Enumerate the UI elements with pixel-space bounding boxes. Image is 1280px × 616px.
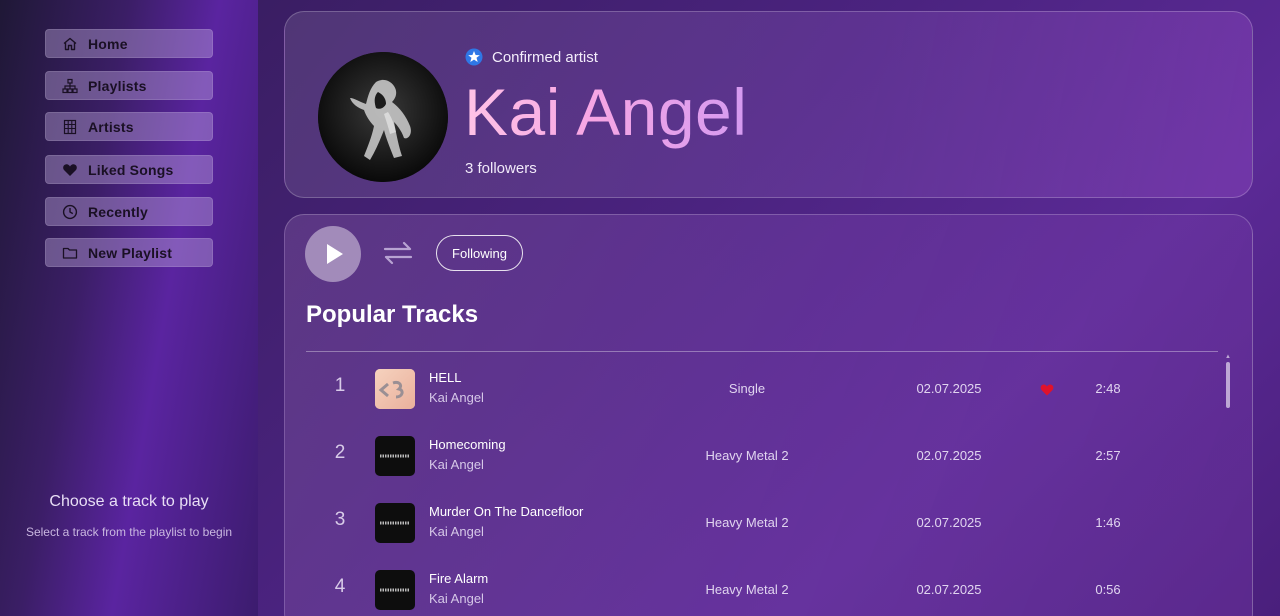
track-album[interactable]: Heavy Metal 2 (657, 515, 837, 530)
nav-home-button[interactable]: Home (45, 29, 213, 58)
nav-playlists-label: Playlists (88, 77, 147, 94)
track-number: 1 (334, 375, 346, 396)
now-playing-title: Choose a track to play (49, 493, 209, 510)
verified-star-icon (465, 48, 483, 66)
scroll-up-arrow[interactable]: ▲ (1225, 354, 1231, 360)
track-cover (375, 369, 415, 409)
nav-new-playlist-label: New Playlist (88, 244, 173, 261)
now-playing-placeholder: Choose a track to play Select a track fr… (20, 490, 238, 541)
artist-name: Kai Angel (464, 75, 748, 149)
track-number: 3 (334, 509, 346, 530)
followers-count: 3 followers (465, 160, 537, 177)
track-title: Homecoming (429, 437, 506, 452)
nav-liked-songs-label: Liked Songs (88, 161, 174, 178)
track-artist[interactable]: Kai Angel (429, 457, 484, 472)
track-duration: 0:56 (1095, 582, 1121, 597)
track-artist[interactable]: Kai Angel (429, 390, 484, 405)
verified-badge: Confirmed artist (465, 48, 598, 66)
artist-avatar (318, 52, 448, 182)
home-icon (63, 37, 77, 50)
track-album[interactable]: Heavy Metal 2 (657, 448, 837, 463)
nav-recently-label: Recently (88, 203, 148, 220)
nav-liked-songs-button[interactable]: Liked Songs (45, 155, 213, 184)
play-icon (327, 244, 343, 264)
track-duration: 2:57 (1095, 448, 1121, 463)
track-duration: 2:48 (1095, 381, 1121, 396)
nav-home-label: Home (88, 35, 128, 52)
artists-icon (63, 119, 77, 134)
track-cover (375, 570, 415, 610)
folder-icon (62, 247, 78, 259)
track-date: 02.07.2025 (916, 448, 982, 463)
track-artist[interactable]: Kai Angel (429, 524, 484, 539)
track-date: 02.07.2025 (916, 381, 982, 396)
tracks-panel: Following Popular Tracks 1 HELL Kai Ange… (284, 214, 1253, 616)
track-album[interactable]: Single (657, 381, 837, 396)
table-row[interactable]: 1 HELL Kai Angel Single 02.07.2025 2:48 (306, 361, 1218, 417)
play-button[interactable] (305, 226, 361, 282)
shuffle-icon[interactable] (380, 235, 416, 271)
following-button[interactable]: Following (436, 235, 523, 271)
nav-playlists-button[interactable]: Playlists (45, 71, 213, 100)
track-title: Fire Alarm (429, 571, 489, 586)
now-playing-subtitle: Select a track from the playlist to begi… (25, 525, 233, 539)
table-row[interactable]: 4 Fire Alarm Kai Angel Heavy Metal 2 02.… (306, 562, 1218, 616)
track-cover (375, 436, 415, 476)
nav-recently-button[interactable]: Recently (45, 197, 213, 226)
sidebar: Home Playlists Artists Liked Songs Recen… (0, 0, 258, 616)
nav-artists-label: Artists (88, 118, 134, 135)
track-title: Murder On The Dancefloor (429, 504, 584, 519)
track-date: 02.07.2025 (916, 582, 982, 597)
heart-icon (63, 163, 77, 176)
liked-heart-icon[interactable] (1040, 383, 1054, 396)
clock-icon (62, 204, 78, 219)
track-album[interactable]: Heavy Metal 2 (657, 582, 837, 597)
nav-new-playlist-button[interactable]: New Playlist (45, 238, 213, 267)
verified-label: Confirmed artist (492, 48, 598, 66)
track-cover (375, 503, 415, 543)
artist-header: Confirmed artist Kai Angel 3 followers (284, 11, 1253, 198)
track-date: 02.07.2025 (916, 515, 982, 530)
track-number: 4 (334, 576, 346, 597)
track-duration: 1:46 (1095, 515, 1121, 530)
track-artist[interactable]: Kai Angel (429, 591, 484, 606)
nav-artists-button[interactable]: Artists (45, 112, 213, 141)
track-title: HELL (429, 370, 462, 385)
playlists-icon (62, 78, 78, 93)
divider (306, 351, 1218, 352)
popular-tracks-title: Popular Tracks (306, 301, 479, 328)
scrollbar-thumb[interactable] (1226, 362, 1230, 408)
track-number: 2 (334, 442, 346, 463)
table-row[interactable]: 3 Murder On The Dancefloor Kai Angel Hea… (306, 495, 1218, 551)
table-row[interactable]: 2 Homecoming Kai Angel Heavy Metal 2 02.… (306, 428, 1218, 484)
main-content: Confirmed artist Kai Angel 3 followers F… (258, 0, 1280, 616)
